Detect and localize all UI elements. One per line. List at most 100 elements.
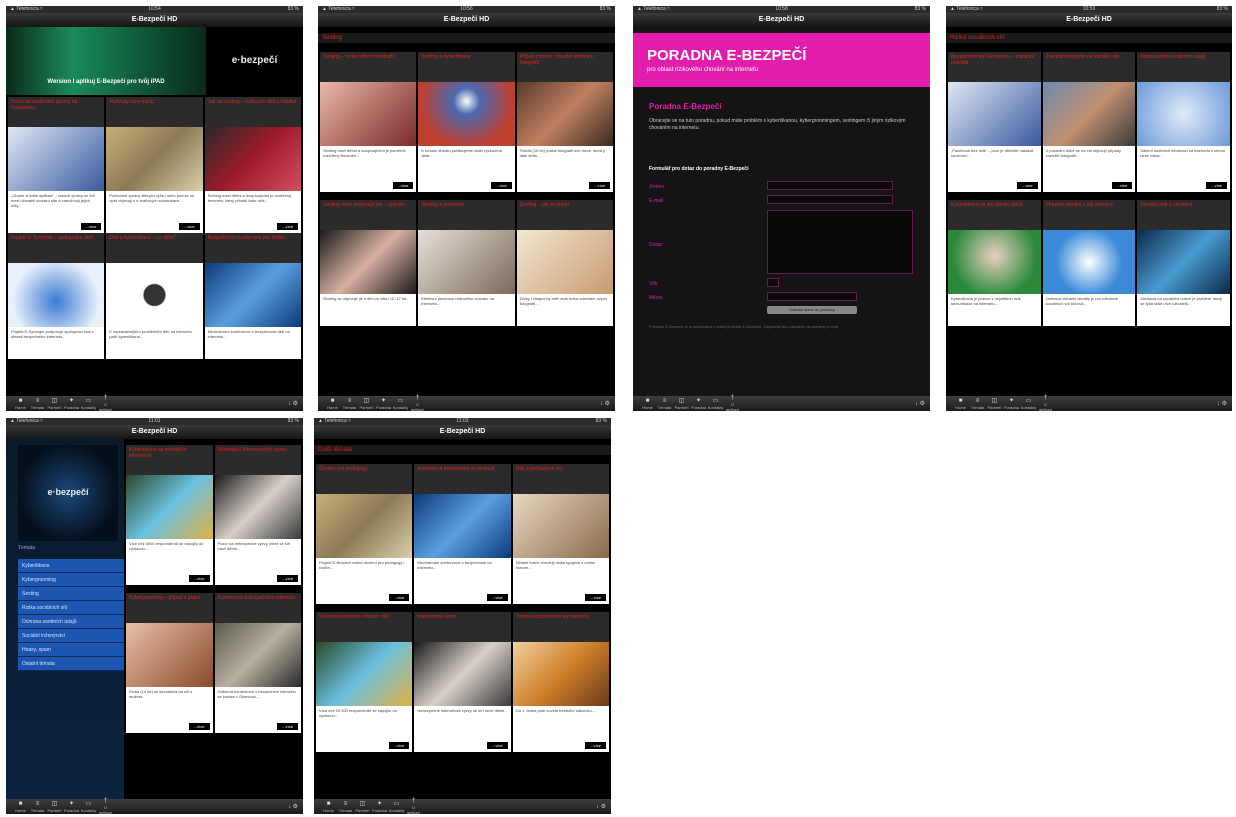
article-card[interactable]: Bezpečnost na Facebooku – základní pravi… [948, 52, 1041, 192]
tab-topics[interactable]: ≡ Témata [29, 801, 46, 813]
article-card[interactable]: Trestní odpovědnost na internetu Od 1. l… [512, 612, 609, 752]
article-card[interactable]: Sexting – jak se bránit Dívky i chlapci … [516, 200, 613, 326]
tab-home[interactable]: ■ Home [12, 398, 29, 410]
more-button[interactable]: ...více [1016, 182, 1038, 189]
tab-contacts[interactable]: ▭ Kontakty [388, 801, 405, 813]
tab-topics[interactable]: ≡ Témata [337, 801, 354, 813]
email-field[interactable] [767, 195, 893, 204]
tab-advice[interactable]: ✦ Poradna [63, 398, 80, 410]
article-card[interactable]: Konference o bezpečném internetu Odborná… [214, 593, 301, 733]
more-button[interactable]: ...více [486, 594, 508, 601]
menu-item-cybergrooming[interactable]: Kybergrooming [18, 573, 124, 587]
tab-topics[interactable]: ≡ Témata [969, 398, 986, 410]
article-card[interactable]: Sexting – rizika sdílení fotografií Sext… [320, 52, 417, 192]
more-button[interactable]: ...více [585, 594, 606, 601]
tab-home[interactable]: ■ Home [12, 801, 29, 813]
more-button[interactable]: ...více [589, 182, 610, 189]
more-button[interactable]: ...více [277, 575, 298, 582]
tab-advice[interactable]: ✦ Poradna [690, 398, 707, 410]
tab-home[interactable]: ■ Home [324, 398, 341, 410]
menu-item-other[interactable]: Ostatní témata [18, 657, 124, 671]
menu-item-social-risks[interactable]: Rizika sociálních sítí [18, 601, 124, 615]
more-button[interactable]: ...více [188, 575, 210, 582]
tab-about[interactable]: † O aplikaci [97, 395, 114, 411]
tab-about[interactable]: † O aplikaci [97, 798, 114, 814]
article-card[interactable]: Sexting a kyberšikana K tomuto tématu pu… [418, 52, 515, 192]
tab-topics[interactable]: ≡ Témata [29, 398, 46, 410]
menu-item-sexting[interactable]: Sexting [18, 587, 124, 601]
article-card[interactable]: Bezpečnost na internetu pro rodiče Mezin… [204, 233, 301, 359]
article-card[interactable]: Internetové výzvy Nebezpečné internetové… [414, 612, 511, 752]
tab-topics[interactable]: ≡ Témata [341, 398, 358, 410]
article-card[interactable]: Jak na sexting – rizika pro děti a mláde… [204, 97, 301, 233]
tab-partners[interactable]: ◫ Partneři [354, 801, 371, 813]
more-button[interactable]: ...více [585, 742, 606, 749]
tab-partners[interactable]: ◫ Partneři [986, 398, 1003, 410]
more-button[interactable]: ...více [490, 182, 512, 189]
tab-partners[interactable]: ◫ Partneři [358, 398, 375, 410]
tab-home[interactable]: ■ Home [320, 801, 337, 813]
tab-contacts[interactable]: ▭ Kontakty [80, 801, 97, 813]
article-card[interactable]: Sociální sítě a závislost Závislost na s… [1137, 200, 1230, 326]
article-card[interactable]: Kyberšikana na sociálních sítích Kyberši… [948, 200, 1041, 326]
article-card[interactable]: Děti a počítačové hry Dětské hráče ohrož… [512, 464, 609, 604]
name-field[interactable] [767, 181, 893, 190]
promo-banner[interactable]: Wersion I aplikuj E-Bezpečí pro tvůj iPA… [6, 27, 206, 95]
tab-topics[interactable]: ≡ Témata [656, 398, 673, 410]
more-button[interactable]: ...více [388, 742, 410, 749]
article-card[interactable]: Zneužití fotografie na sociální síti V p… [1042, 52, 1136, 192]
tab-contacts[interactable]: ▭ Kontakty [707, 398, 724, 410]
more-button[interactable]: ...více [188, 723, 210, 730]
tab-advice[interactable]: ✦ Poradna [63, 801, 80, 813]
tab-advice[interactable]: ✦ Poradna [1003, 398, 1020, 410]
submit-button[interactable]: Odeslat dotaz do poradny [767, 306, 857, 314]
tab-partners[interactable]: ◫ Partneři [46, 398, 63, 410]
more-button[interactable]: ...více [486, 742, 508, 749]
article-card[interactable]: Rizika sdílení osobních údajů Sdílení os… [1137, 52, 1230, 192]
tab-home[interactable]: ■ Home [952, 398, 969, 410]
menu-item-social-engineering[interactable]: Sociální inženýrství [18, 629, 124, 643]
article-card[interactable]: Podvody na e-mailu Podvodné zprávy slibu… [106, 97, 203, 233]
menu-item-privacy[interactable]: Ochrana osobních údajů [18, 615, 124, 629]
article-card[interactable]: Sexting mezi dospívajícími – výzkum Sext… [320, 200, 417, 326]
tab-contacts[interactable]: ▭ Kontakty [392, 398, 409, 410]
article-card[interactable]: Virtuální identita a její ochrana Ochran… [1042, 200, 1136, 326]
article-card[interactable]: Nebezpečí internetových výzev Pozor na n… [214, 445, 301, 585]
article-card[interactable]: Školení pro pedagogy Projekt E-Bezpečí n… [316, 464, 413, 604]
article-card[interactable]: Kybergrooming – případ z praxe Dívka (14… [126, 593, 213, 733]
article-card[interactable]: Sexting a prevence Efektivní prevence ri… [418, 200, 515, 326]
city-field[interactable] [767, 292, 857, 301]
tab-contacts[interactable]: ▭ Kontakty [1020, 398, 1037, 410]
tab-partners[interactable]: ◫ Partneři [46, 801, 63, 813]
tab-about[interactable]: † O aplikaci [1037, 395, 1054, 411]
settings-icon[interactable]: ↓ ⚙ [288, 400, 298, 407]
article-card[interactable]: Dítě a kyberšikana – co dělat? K nejzáva… [106, 233, 203, 359]
settings-icon[interactable]: ↓ ⚙ [1217, 400, 1227, 407]
article-card[interactable]: Projekt E-Synergie – spolupráce škol Pro… [8, 233, 105, 359]
settings-icon[interactable]: ↓ ⚙ [600, 400, 610, 407]
more-button[interactable]: ...více [388, 594, 410, 601]
more-button[interactable]: ...více [1206, 182, 1227, 189]
settings-icon[interactable]: ↓ ⚙ [288, 803, 298, 810]
tab-home[interactable]: ■ Home [639, 398, 656, 410]
more-button[interactable]: ...více [1111, 182, 1133, 189]
menu-item-hoaxes[interactable]: Hoaxy, spam [18, 643, 124, 657]
article-card[interactable]: Případ z praxe: zneužití intimních fotog… [516, 52, 613, 192]
article-card[interactable]: Kyberšikana na mobilních telefonech Více… [126, 445, 213, 585]
tab-about[interactable]: † O aplikaci [724, 395, 741, 411]
tab-contacts[interactable]: ▭ Kontakty [80, 398, 97, 410]
tab-about[interactable]: † O aplikaci [405, 798, 422, 814]
question-field[interactable] [767, 210, 913, 274]
article-card[interactable]: Pozor na podvodné zprávy na Facebooku „Z… [8, 97, 105, 233]
article-card[interactable]: Internetová bezpečnost ve školách Meziná… [414, 464, 511, 604]
settings-icon[interactable]: ↓ ⚙ [915, 400, 925, 407]
more-button[interactable]: ...více [277, 723, 298, 730]
more-button[interactable]: ...více [392, 182, 414, 189]
tab-about[interactable]: † O aplikaci [409, 395, 426, 411]
article-card[interactable]: Výzkum rizikového chování dětí Více než … [316, 612, 413, 752]
tab-partners[interactable]: ◫ Partneři [673, 398, 690, 410]
settings-icon[interactable]: ↓ ⚙ [596, 803, 606, 810]
more-button[interactable]: ...více [178, 223, 200, 230]
tab-advice[interactable]: ✦ Poradna [375, 398, 392, 410]
more-button[interactable]: ...více [277, 223, 298, 230]
